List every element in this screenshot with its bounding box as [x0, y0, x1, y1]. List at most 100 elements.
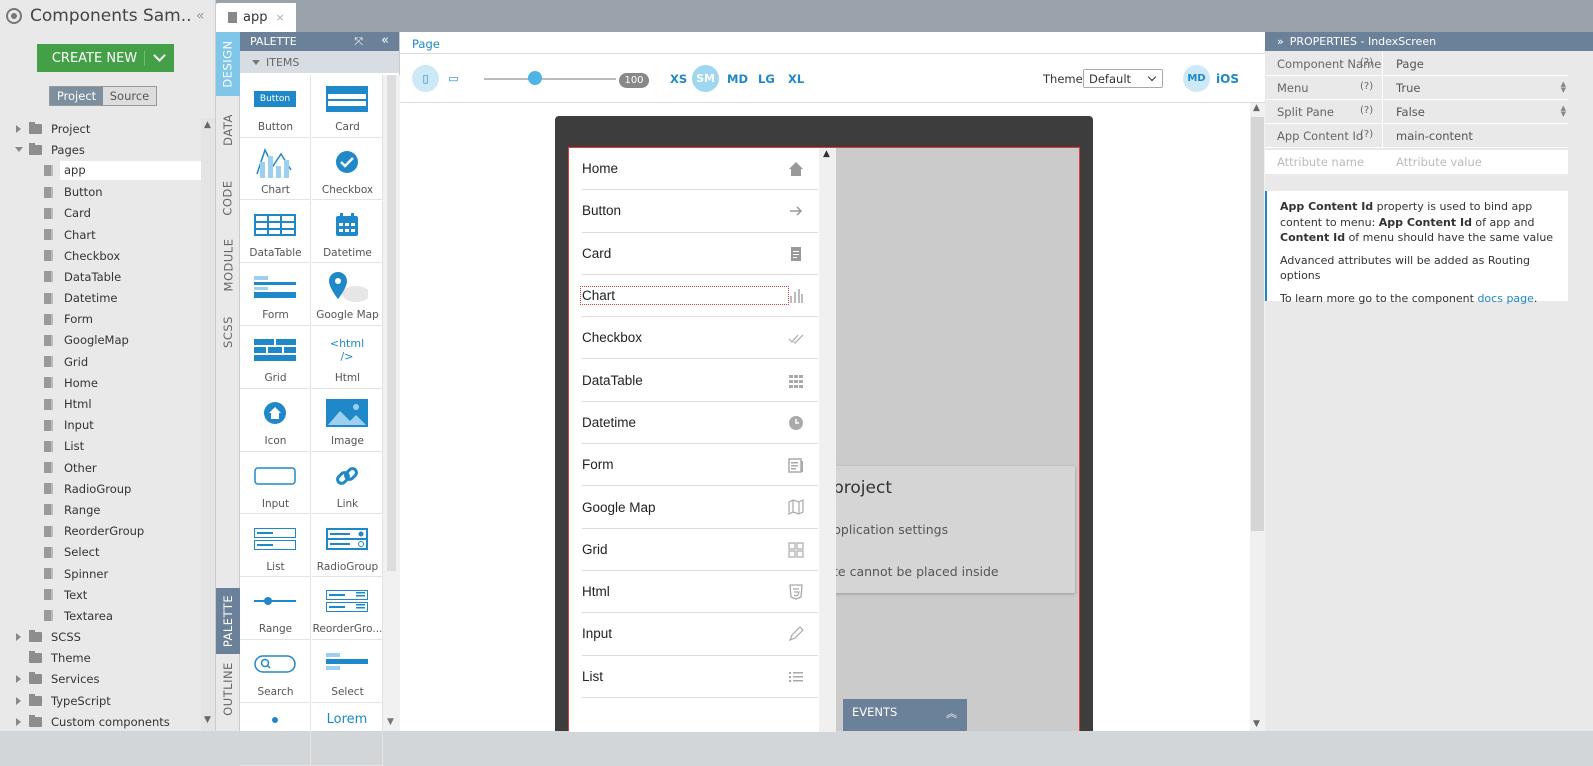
- tree-page-textarea[interactable]: Textarea: [0, 605, 201, 626]
- tree-page-card[interactable]: Card: [0, 203, 201, 224]
- tree-folder-theme[interactable]: Theme: [0, 648, 201, 669]
- tree-page-text[interactable]: Text: [0, 584, 201, 605]
- scroll-up-icon[interactable]: ▲: [204, 120, 211, 130]
- scroll-up-icon[interactable]: ▲: [823, 149, 830, 159]
- phone-view-icon[interactable]: ▯: [412, 65, 439, 92]
- menu-item-datatable[interactable]: DataTable: [582, 360, 818, 402]
- tab-scss[interactable]: SCSS: [216, 300, 240, 364]
- tree-page-datetime[interactable]: Datetime: [0, 288, 201, 309]
- editor-tab-app[interactable]: app ×: [216, 3, 296, 32]
- menu-scrollbar[interactable]: ▲: [819, 148, 836, 732]
- canvas-scrollbar[interactable]: ▲ ▼: [1250, 103, 1265, 731]
- attribute-name-input[interactable]: Attribute name: [1277, 155, 1364, 169]
- expand-panel-icon[interactable]: »: [1277, 35, 1284, 48]
- theme-select[interactable]: Default: [1083, 69, 1163, 88]
- collapsed-arrow-icon[interactable]: [16, 633, 21, 642]
- expanded-arrow-icon[interactable]: [15, 147, 23, 153]
- property-value-split-pane[interactable]: False: [1396, 105, 1425, 119]
- tree-page-home[interactable]: Home: [0, 372, 201, 393]
- palette-item-icon[interactable]: Icon: [240, 389, 311, 452]
- tree-folder-scss[interactable]: SCSS: [0, 627, 201, 648]
- tree-page-app[interactable]: app: [0, 160, 201, 181]
- expand-icon[interactable]: ⤧: [354, 35, 363, 49]
- scroll-down-icon[interactable]: ▼: [204, 715, 211, 725]
- expand-up-icon[interactable]: ︽: [946, 705, 957, 721]
- tree-page-html[interactable]: Html: [0, 393, 201, 414]
- help-icon[interactable]: (?): [1360, 105, 1373, 116]
- select-arrows-icon[interactable]: ▲ ▼: [1561, 105, 1566, 118]
- menu-item-button[interactable]: Button: [582, 190, 818, 233]
- tree-scrollbar[interactable]: ▲ ▼: [201, 118, 215, 731]
- tree-page-checkbox[interactable]: Checkbox: [0, 245, 201, 266]
- tree-page-chart[interactable]: Chart: [0, 224, 201, 245]
- menu-item-chart[interactable]: Chart: [580, 275, 818, 318]
- breakpoint-sm[interactable]: SM: [692, 65, 719, 92]
- menu-item-home[interactable]: Home: [582, 148, 818, 191]
- palette-item-reordergro[interactable]: ReorderGro...: [312, 577, 383, 640]
- palette-item-list[interactable]: List: [240, 514, 311, 578]
- tab-code[interactable]: CODE: [216, 166, 240, 230]
- palette-item-input[interactable]: Input: [240, 451, 311, 515]
- content-card[interactable]: project pplication settings te cannot be…: [833, 466, 1075, 593]
- menu-item-form[interactable]: Form: [582, 444, 818, 487]
- palette-scrollbar[interactable]: ▼: [383, 75, 400, 731]
- menu-item-list[interactable]: List: [582, 656, 818, 698]
- palette-item-range[interactable]: Range: [240, 577, 311, 640]
- tree-folder-custom-components[interactable]: Custom components: [0, 711, 201, 731]
- select-arrows-icon[interactable]: ▲ ▼: [1561, 81, 1566, 94]
- tab-data[interactable]: DATA: [216, 98, 240, 162]
- collapsed-arrow-icon[interactable]: [16, 696, 21, 705]
- tree-page-grid[interactable]: Grid: [0, 351, 201, 372]
- tree-page-reordergroup[interactable]: ReorderGroup: [0, 521, 201, 542]
- menu-item-card[interactable]: Card: [582, 233, 818, 275]
- breadcrumb[interactable]: Page: [400, 32, 1265, 54]
- palette-item-datatable[interactable]: DataTable: [240, 200, 311, 264]
- tree-page-range[interactable]: Range: [0, 499, 201, 520]
- palette-item-spinner[interactable]: [240, 703, 311, 766]
- scroll-up-icon[interactable]: ▲: [1253, 103, 1260, 113]
- docs-page-link[interactable]: docs page: [1477, 292, 1533, 305]
- events-panel[interactable]: EVENTS ︽: [843, 699, 967, 731]
- tablet-view-icon[interactable]: ▭: [440, 65, 467, 92]
- help-icon[interactable]: (?): [1360, 57, 1373, 68]
- tree-page-googlemap[interactable]: GoogleMap: [0, 330, 201, 351]
- palette-item-datetime[interactable]: Datetime: [312, 200, 383, 264]
- breakpoint-xl[interactable]: XL: [788, 72, 804, 86]
- breakpoint-xs[interactable]: XS: [670, 72, 687, 86]
- tab-outline[interactable]: OUTLINE: [216, 656, 240, 722]
- tree-page-other[interactable]: Other: [0, 457, 201, 478]
- zoom-slider[interactable]: [484, 78, 616, 80]
- tree-folder-typescript[interactable]: TypeScript: [0, 690, 201, 711]
- device-screen[interactable]: project pplication settings te cannot be…: [568, 147, 1080, 732]
- tree-page-form[interactable]: Form: [0, 309, 201, 330]
- property-value-component-name[interactable]: Page: [1396, 57, 1424, 71]
- menu-item-checkbox[interactable]: Checkbox: [582, 317, 818, 360]
- create-new-button[interactable]: CREATE NEW: [37, 44, 174, 72]
- palette-item-button[interactable]: Button Button: [240, 75, 311, 138]
- palette-item-form[interactable]: Form: [240, 263, 311, 326]
- tree-page-select[interactable]: Select: [0, 542, 201, 563]
- zoom-slider-handle[interactable]: [528, 71, 542, 85]
- palette-item-link[interactable]: Link: [312, 451, 383, 515]
- scroll-down-icon[interactable]: ▼: [1253, 719, 1260, 729]
- help-icon[interactable]: (?): [1360, 81, 1373, 92]
- tab-design[interactable]: DESIGN: [216, 32, 240, 96]
- tree-page-datatable[interactable]: DataTable: [0, 266, 201, 287]
- palette-item-search[interactable]: Search: [240, 640, 311, 703]
- close-tab-icon[interactable]: ×: [275, 11, 284, 24]
- palette-item-text[interactable]: Lorem: [312, 703, 383, 766]
- scroll-down-icon[interactable]: ▼: [387, 717, 394, 727]
- tree-page-button[interactable]: Button: [0, 182, 201, 203]
- property-value-menu[interactable]: True: [1396, 81, 1420, 95]
- menu-item-google-map[interactable]: Google Map: [582, 486, 818, 529]
- palette-item-html[interactable]: <html /> Html: [312, 326, 383, 389]
- platform-ios[interactable]: iOS: [1216, 72, 1239, 86]
- platform-md-badge[interactable]: MD: [1183, 65, 1210, 92]
- property-value-app-content-id[interactable]: main-content: [1396, 129, 1473, 143]
- tab-module[interactable]: MODULE: [216, 230, 240, 300]
- collapse-panel-icon[interactable]: «: [196, 8, 205, 24]
- tab-palette[interactable]: PALETTE: [216, 588, 240, 654]
- tree-page-list[interactable]: List: [0, 436, 201, 457]
- tree-folder-project[interactable]: Project: [0, 118, 201, 139]
- breakpoint-md[interactable]: MD: [727, 72, 748, 86]
